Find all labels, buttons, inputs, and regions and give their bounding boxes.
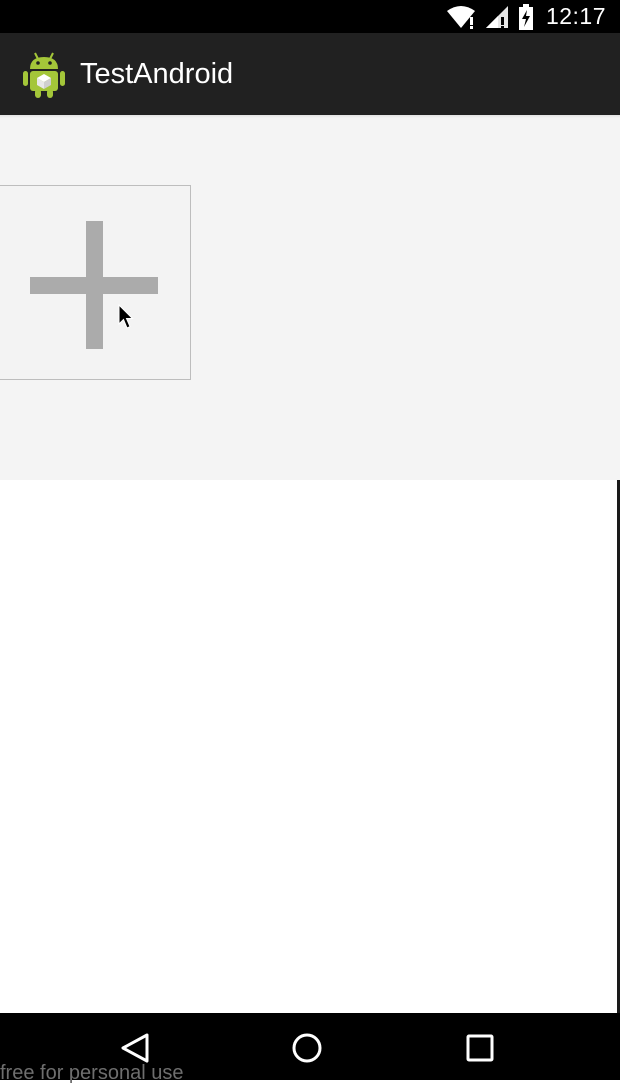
status-time: 12:17	[545, 3, 606, 29]
wifi-icon	[446, 5, 476, 29]
home-icon	[290, 1031, 324, 1069]
home-button[interactable]	[277, 1025, 337, 1075]
plus-icon-horizontal-bar	[30, 277, 158, 294]
add-button[interactable]	[0, 185, 191, 380]
action-bar: TestAndroid	[0, 33, 620, 115]
signal-icon	[484, 5, 510, 29]
action-bar-shadow	[0, 115, 620, 118]
watermark-text: free for personal use	[0, 1062, 184, 1084]
android-robot-icon	[22, 50, 66, 98]
battery-charging-icon	[518, 3, 534, 30]
recents-button[interactable]	[450, 1025, 510, 1075]
recents-icon	[463, 1031, 497, 1069]
app-title: TestAndroid	[80, 57, 234, 90]
status-icons: 12:17	[446, 0, 606, 33]
status-bar: 12:17	[0, 0, 620, 33]
